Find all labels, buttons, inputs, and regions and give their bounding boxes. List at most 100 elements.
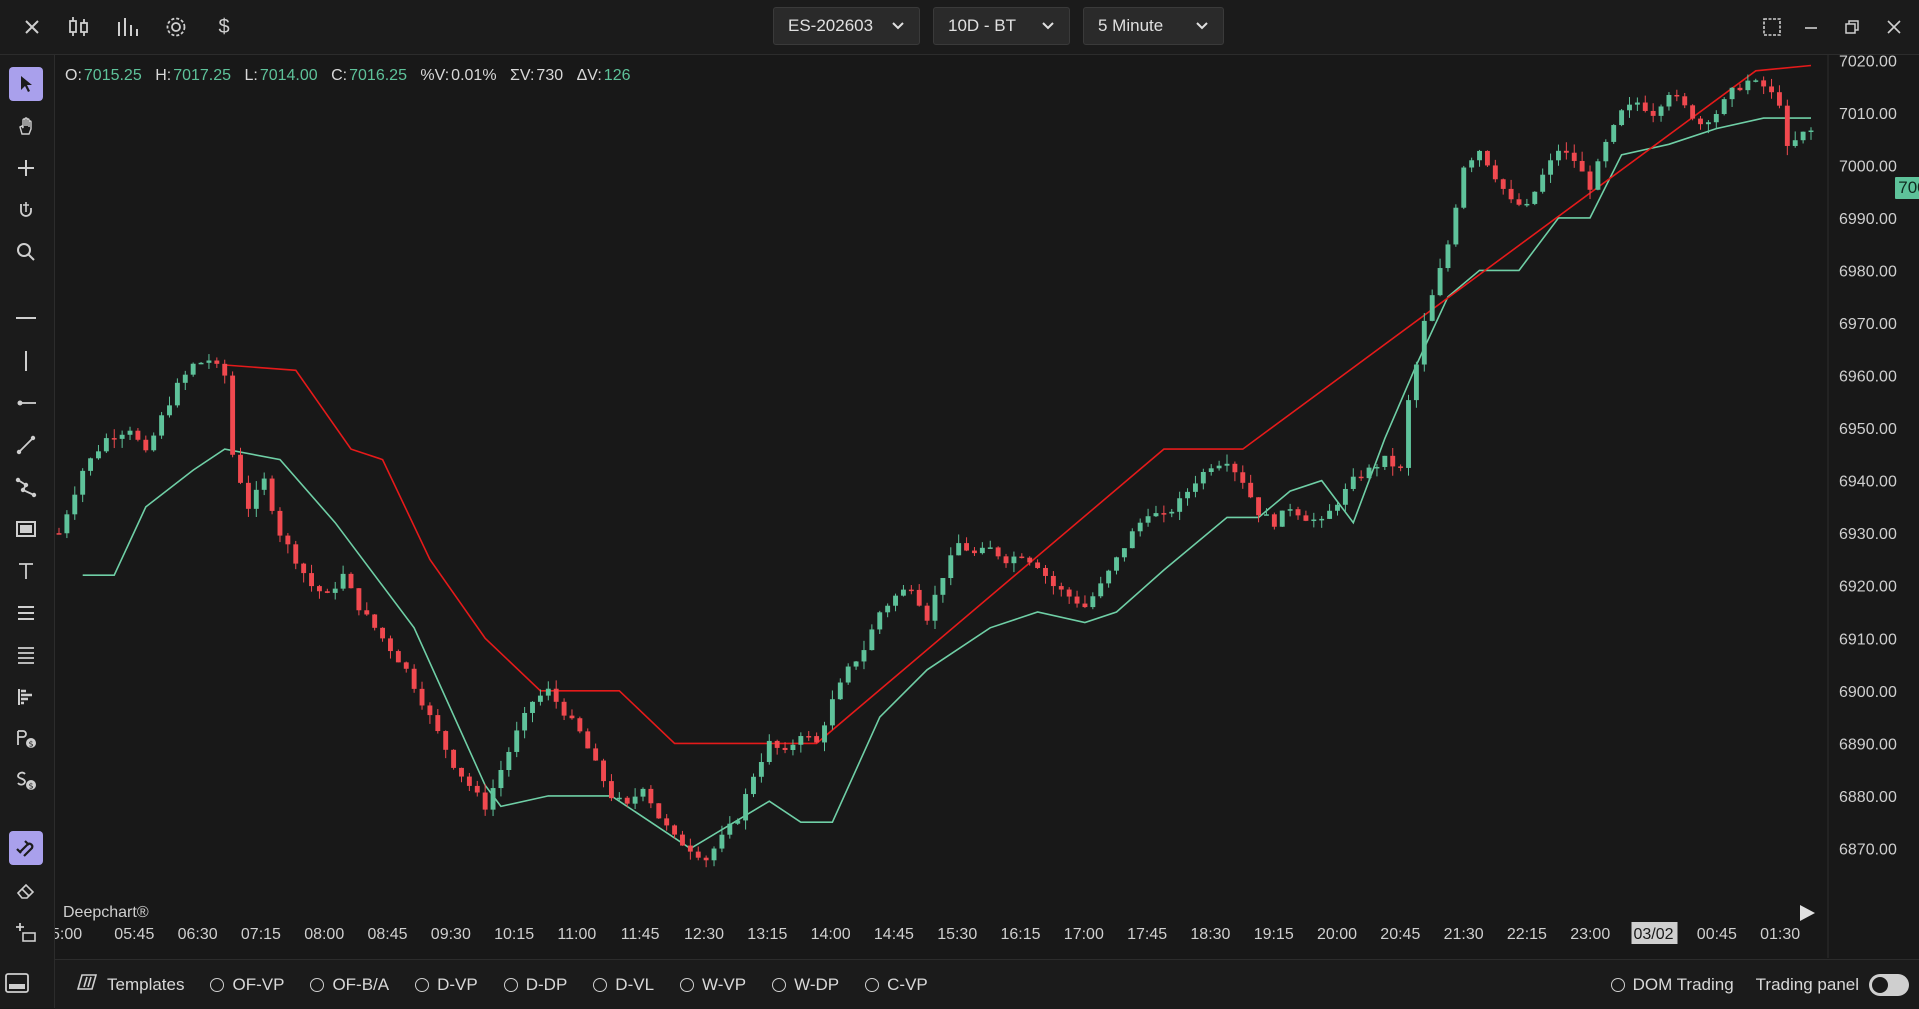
candle-body bbox=[1484, 150, 1490, 166]
dom-panel-icon[interactable] bbox=[0, 966, 34, 1000]
candle-body bbox=[1808, 130, 1814, 133]
candle-body bbox=[1563, 150, 1569, 153]
dom-trading-option[interactable]: DOM Trading bbox=[1610, 975, 1734, 995]
rectangle-tool-icon[interactable] bbox=[9, 512, 43, 546]
crosshair-tool-icon[interactable] bbox=[9, 151, 43, 185]
cursor-tool-icon[interactable] bbox=[9, 67, 43, 101]
deepchart-watermark: Deepchart® bbox=[63, 904, 149, 921]
layout-icon[interactable] bbox=[1756, 11, 1788, 43]
y-tick-label: 6960.00 bbox=[1839, 369, 1897, 386]
candle-body bbox=[1335, 504, 1340, 511]
price-chart[interactable]: 7020.00 7010.00 7000.00 6990.00 6980.00 6970.… bbox=[55, 55, 1919, 958]
fibonacci-tool-icon[interactable] bbox=[9, 596, 43, 630]
template-d-dp[interactable]: D-DP bbox=[503, 975, 567, 995]
sum-volume-label: ΣV: bbox=[510, 67, 535, 84]
zoom-tool-icon[interactable] bbox=[9, 235, 43, 269]
candle-body bbox=[608, 781, 614, 799]
x-tick-label: 23:00 bbox=[1570, 926, 1610, 943]
candle-body bbox=[1366, 467, 1372, 479]
template-w-dp[interactable]: W-DP bbox=[772, 975, 839, 995]
x-tick-label: 09:30 bbox=[431, 926, 471, 943]
candle-body bbox=[514, 730, 520, 752]
candle-body bbox=[1469, 160, 1475, 168]
candle-body bbox=[1145, 516, 1151, 523]
template-of-ba[interactable]: OF-B/A bbox=[310, 975, 389, 995]
x-tick-label: 11:00 bbox=[557, 926, 596, 943]
candle-body bbox=[1461, 167, 1467, 208]
x-tick-label: 11:45 bbox=[621, 926, 660, 943]
x-tick-label: 18:30 bbox=[1190, 926, 1230, 943]
levels-tool-icon[interactable] bbox=[9, 638, 43, 672]
candle-body bbox=[932, 594, 938, 621]
candle-body bbox=[1769, 86, 1774, 93]
signal-s-icon[interactable]: $ bbox=[9, 764, 43, 798]
candle-body bbox=[640, 788, 646, 797]
bar-chart-icon[interactable] bbox=[111, 11, 143, 43]
range-dropdown[interactable]: 10D - BT bbox=[933, 7, 1070, 45]
volume-profile-tool-icon[interactable] bbox=[9, 680, 43, 714]
template-c-vp[interactable]: C-VP bbox=[865, 975, 928, 995]
candle-body bbox=[656, 803, 662, 819]
x-tick-label: 17:45 bbox=[1127, 926, 1167, 943]
candle-body bbox=[837, 682, 843, 700]
x-tick-label: 13:15 bbox=[747, 926, 787, 943]
candle-body bbox=[853, 661, 859, 667]
close-window-icon[interactable] bbox=[1878, 11, 1910, 43]
template-label: OF-B/A bbox=[332, 974, 390, 994]
template-d-vp[interactable]: D-VP bbox=[415, 975, 478, 995]
template-d-vl[interactable]: D-VL bbox=[593, 975, 654, 995]
candle-body bbox=[601, 760, 606, 782]
toggle-switch[interactable] bbox=[1869, 973, 1909, 996]
templates-button[interactable]: Templates bbox=[75, 974, 184, 995]
candle-body bbox=[940, 578, 946, 595]
radio-icon bbox=[415, 977, 430, 992]
candle-body bbox=[1690, 105, 1696, 119]
candle-body bbox=[751, 776, 756, 795]
candle-body bbox=[159, 415, 165, 436]
x-tick-label: 21:30 bbox=[1444, 926, 1484, 943]
x-tick-label: 06:30 bbox=[178, 926, 218, 943]
add-layer-icon[interactable] bbox=[9, 915, 43, 949]
trading-panel-toggle[interactable]: Trading panel bbox=[1755, 973, 1909, 996]
interval-dropdown[interactable]: 5 Minute bbox=[1083, 7, 1224, 45]
candle-body bbox=[1713, 114, 1719, 123]
hand-tool-icon[interactable] bbox=[9, 109, 43, 143]
candle-body bbox=[916, 589, 922, 606]
trend-line-tool-icon[interactable] bbox=[9, 428, 43, 462]
magnet-cursor-icon[interactable] bbox=[9, 193, 43, 227]
template-w-vp[interactable]: W-VP bbox=[680, 975, 746, 995]
vertical-line-tool-icon[interactable] bbox=[9, 344, 43, 378]
range-label: 10D - BT bbox=[948, 16, 1017, 35]
eraser-icon[interactable] bbox=[9, 873, 43, 907]
candle-body bbox=[490, 788, 496, 810]
candle-body bbox=[735, 820, 741, 824]
x-tick-label: 05:45 bbox=[114, 926, 154, 943]
ray-tool-icon[interactable] bbox=[9, 386, 43, 420]
x-tick-label: 14:00 bbox=[811, 926, 851, 943]
candle-body bbox=[632, 796, 638, 804]
restore-icon[interactable] bbox=[1836, 11, 1868, 43]
candle-body bbox=[1516, 199, 1522, 205]
candle-body bbox=[877, 612, 883, 630]
scroll-to-latest-icon[interactable] bbox=[1797, 903, 1825, 927]
candle-body bbox=[214, 360, 220, 364]
horizontal-line-tool-icon[interactable] bbox=[9, 301, 43, 335]
symbol-dropdown[interactable]: ES-202603 bbox=[773, 7, 920, 45]
candlestick-icon[interactable] bbox=[63, 11, 95, 43]
resistance-line bbox=[224, 64, 1812, 745]
template-of-vp[interactable]: OF-VP bbox=[210, 975, 284, 995]
text-tool-icon[interactable] bbox=[9, 554, 43, 588]
gear-icon[interactable] bbox=[160, 11, 192, 43]
close-icon[interactable] bbox=[16, 11, 48, 43]
price-level-s-icon[interactable]: $ bbox=[9, 722, 43, 756]
magnet-icon[interactable] bbox=[9, 831, 43, 865]
dollar-icon[interactable]: $ bbox=[208, 11, 240, 43]
candlestick-chart[interactable]: 7020.00 7010.00 7000.00 6990.00 6980.00 6970.… bbox=[55, 55, 1919, 958]
candle-body bbox=[1121, 548, 1127, 558]
candle-body bbox=[1437, 268, 1443, 296]
trading-panel-label: Trading panel bbox=[1755, 974, 1859, 994]
minimize-icon[interactable] bbox=[1795, 11, 1827, 43]
x-tick-label: 10:15 bbox=[494, 926, 534, 943]
last-price-tag: 7006.50 bbox=[1895, 177, 1919, 199]
path-tool-icon[interactable] bbox=[9, 470, 43, 504]
